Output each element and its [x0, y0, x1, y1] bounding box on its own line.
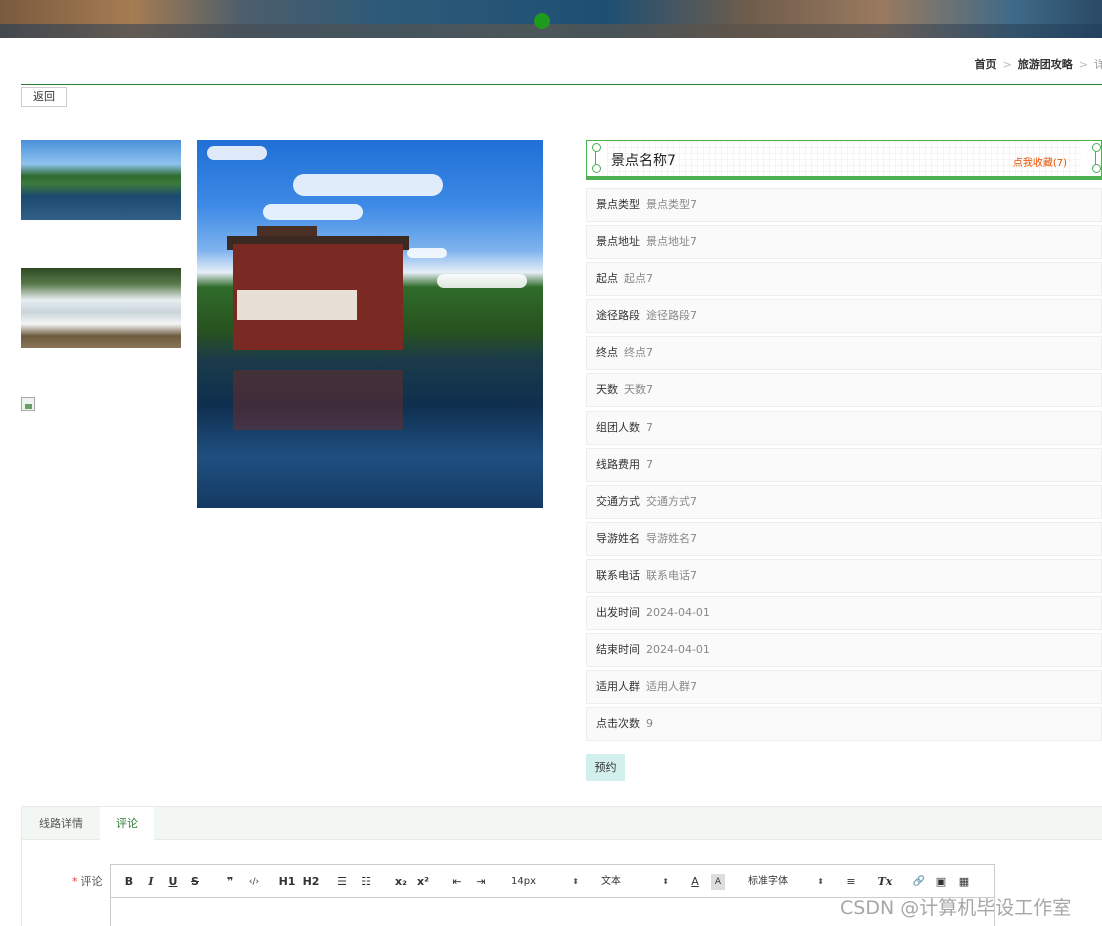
- breadcrumb: 首页>旅游团攻略>详情: [975, 56, 1102, 72]
- detail-row: 联系电话 联系电话7: [586, 558, 1102, 593]
- detail-row: 点击次数 9: [586, 707, 1102, 742]
- book-button[interactable]: 预约: [586, 754, 625, 781]
- carousel-indicator-dot[interactable]: [534, 13, 550, 29]
- detail-row: 适用人群 适用人群7: [586, 670, 1102, 705]
- detail-row: 导游姓名 导游姓名7: [586, 521, 1102, 556]
- broken-image-icon[interactable]: [21, 397, 35, 411]
- breadcrumb-divider: [21, 84, 1102, 85]
- main-image: [197, 140, 543, 508]
- detail-list: 景点类型 景点类型7 景点地址 景点地址7 起点 起点7 途径路段 途径路段7 终点 终点…: [586, 188, 1102, 744]
- heading1-button[interactable]: H1: [277, 874, 297, 890]
- detail-row: 出发时间 2024-04-01: [586, 596, 1102, 631]
- breadcrumb-home[interactable]: 首页: [975, 58, 997, 71]
- tab-bar: 线路详情 评论: [21, 806, 1102, 840]
- code-button[interactable]: ‹/›: [245, 874, 263, 890]
- watermark-text: CSDN @计算机毕设工作室: [840, 897, 1072, 919]
- detail-row: 交通方式 交通方式7: [586, 484, 1102, 519]
- breadcrumb-section[interactable]: 旅游团攻略: [1018, 58, 1073, 71]
- detail-row: 途径路段 途径路段7: [586, 299, 1102, 334]
- detail-row: 景点类型 景点类型7: [586, 188, 1102, 222]
- subscript-button[interactable]: x₂: [393, 874, 409, 890]
- thumbnail-2[interactable]: [21, 268, 181, 348]
- detail-row: 景点地址 景点地址7: [586, 225, 1102, 260]
- font-color-icon[interactable]: A: [689, 874, 701, 890]
- detail-row: 天数 天数7: [586, 373, 1102, 408]
- breadcrumb-current: 详情: [1094, 58, 1102, 71]
- bold-button[interactable]: B: [123, 874, 135, 890]
- favorite-link[interactable]: 点我收藏(7): [1013, 154, 1067, 169]
- image-icon[interactable]: ▣: [933, 874, 949, 890]
- detail-row: 终点 终点7: [586, 336, 1102, 371]
- font-family-select[interactable]: 标准字体 ⬍: [748, 874, 824, 890]
- thumbnail-1[interactable]: [21, 140, 181, 220]
- tab-route-details[interactable]: 线路详情: [22, 807, 100, 840]
- superscript-button[interactable]: x²: [415, 874, 431, 890]
- clear-format-icon[interactable]: Tx: [877, 874, 893, 890]
- chevron-updown-icon: ⬍: [662, 877, 669, 886]
- strike-button[interactable]: S: [189, 874, 201, 890]
- detail-title-bar: 景点名称7 点我收藏(7): [586, 140, 1102, 180]
- italic-button[interactable]: I: [145, 874, 157, 890]
- back-button[interactable]: 返回: [21, 87, 67, 107]
- tab-comments[interactable]: 评论: [100, 807, 154, 840]
- attraction-title: 景点名称7: [611, 153, 676, 169]
- video-icon[interactable]: ▦: [956, 874, 972, 890]
- font-size-select[interactable]: 14px ⬍: [511, 874, 579, 890]
- background-color-icon[interactable]: A: [711, 874, 725, 890]
- bullet-list-button[interactable]: ☷: [359, 874, 373, 890]
- outdent-button[interactable]: ⇤: [449, 874, 465, 890]
- ordered-list-button[interactable]: ☰: [335, 874, 349, 890]
- align-icon[interactable]: ≡: [844, 874, 858, 890]
- detail-row: 结束时间 2024-04-01: [586, 633, 1102, 668]
- link-icon[interactable]: 🔗: [911, 874, 927, 890]
- detail-row: 起点 起点7: [586, 262, 1102, 297]
- quote-button[interactable]: ❞: [223, 874, 237, 890]
- chevron-updown-icon: ⬍: [572, 877, 579, 886]
- comment-label: * 评论: [72, 875, 103, 888]
- text-type-select[interactable]: 文本 ⬍: [601, 874, 669, 890]
- detail-row: 线路费用 7: [586, 447, 1102, 482]
- heading2-button[interactable]: H2: [301, 874, 321, 890]
- indent-button[interactable]: ⇥: [473, 874, 489, 890]
- top-banner-image: [0, 0, 1102, 38]
- detail-row: 组团人数 7: [586, 410, 1102, 445]
- chevron-updown-icon: ⬍: [817, 877, 824, 886]
- underline-button[interactable]: U: [167, 874, 179, 890]
